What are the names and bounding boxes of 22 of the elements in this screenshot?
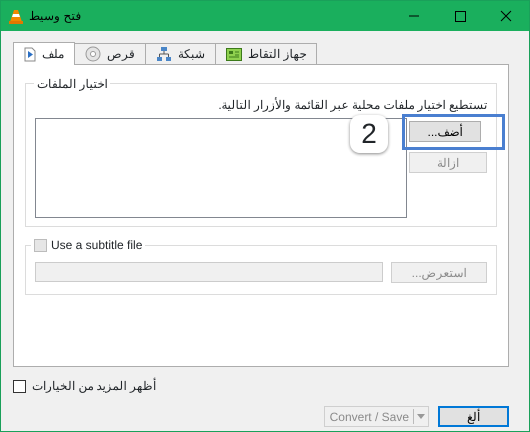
- subtitle-checkbox[interactable]: [34, 238, 47, 252]
- network-icon: [156, 46, 172, 62]
- more-options-checkbox[interactable]: [13, 380, 26, 392]
- tab[interactable]: شبكة: [145, 43, 216, 64]
- add-button[interactable]: أضف...: [409, 121, 481, 142]
- file-list[interactable]: [35, 118, 407, 218]
- dropdown-caret-icon: [413, 409, 428, 424]
- close-dialog-button[interactable]: ألغ: [438, 406, 509, 427]
- close-icon[interactable]: [500, 10, 512, 22]
- step-number: 2: [350, 115, 388, 153]
- disc-icon: [85, 46, 101, 62]
- more-options-label: أظهر المزيد من الخيارات: [32, 377, 156, 395]
- maximize-icon[interactable]: [454, 10, 466, 22]
- tab[interactable]: قرص: [74, 43, 146, 64]
- tab[interactable]: جهاز التقاط: [215, 43, 318, 64]
- window-title: فتح وسيط: [29, 8, 82, 25]
- instruction-text: تستطيع اختيار ملفات محلية عبر القائمة والأزرار التالية.: [218, 97, 487, 113]
- subtitle-label: Use a subtitle file: [51, 237, 142, 254]
- vlc-cone-icon: [9, 8, 23, 24]
- tab[interactable]: ملف: [13, 42, 75, 65]
- capture-card-icon: [226, 48, 242, 60]
- file-icon: [24, 46, 36, 62]
